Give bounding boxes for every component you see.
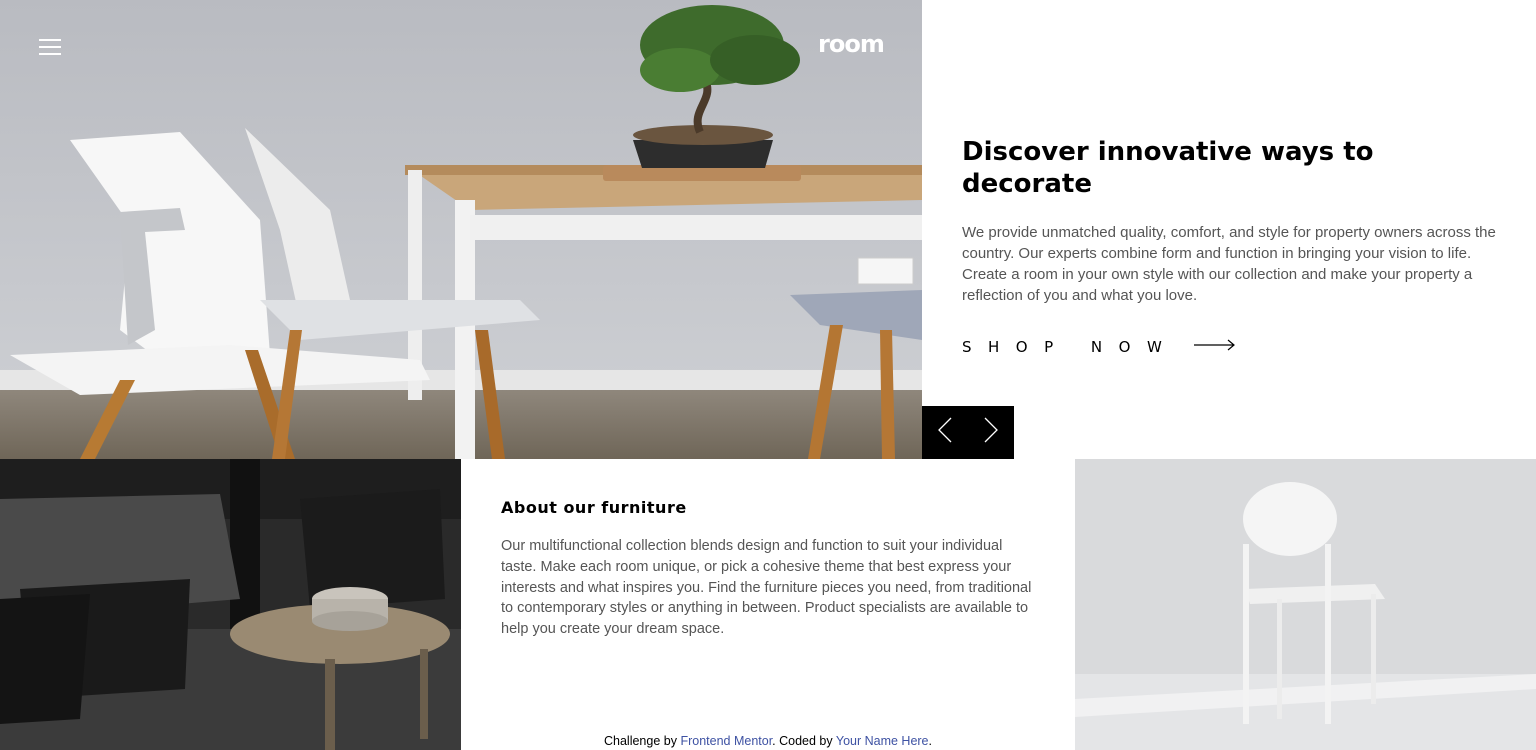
author-link[interactable]: Your Name Here [836,734,929,748]
arrow-right-icon [1194,338,1236,356]
about-title: About our furniture [501,498,687,517]
shop-now-link[interactable]: SHOP NOW [962,338,1496,356]
hero-illustration [0,0,922,459]
hero-content: Discover innovative ways to decorate We … [962,136,1496,356]
about-description: Our multifunctional collection blends de… [501,538,1032,638]
previous-slide-button[interactable] [922,406,968,459]
attribution-middle: . Coded by [772,734,836,748]
page: room Discover innovative ways to decorat… [0,0,1536,750]
chevron-left-icon [938,417,952,448]
attribution-suffix: . [928,734,932,748]
logo[interactable]: room [818,30,885,58]
frontend-mentor-link[interactable]: Frontend Mentor [680,734,772,748]
light-chair-illustration [1075,459,1536,750]
dark-furniture-illustration [0,459,461,750]
about-dark-image [0,459,461,750]
menu-button[interactable] [39,39,61,55]
hero-image: room [0,0,922,459]
chevron-right-icon [984,417,998,448]
next-slide-button[interactable] [968,406,1014,459]
slider-controls [922,406,1014,459]
hero-description: We provide unmatched quality, comfort, a… [962,224,1496,304]
hero-title: Discover innovative ways to decorate [962,137,1374,199]
about-section: About our furniture Our multifunctional … [501,498,1041,640]
attribution-prefix: Challenge by [604,734,681,748]
about-light-image [1075,459,1536,750]
shop-now-label: SHOP NOW [962,338,1179,356]
hamburger-menu-icon [39,39,61,55]
attribution: Challenge by Frontend Mentor. Coded by Y… [461,734,1075,748]
